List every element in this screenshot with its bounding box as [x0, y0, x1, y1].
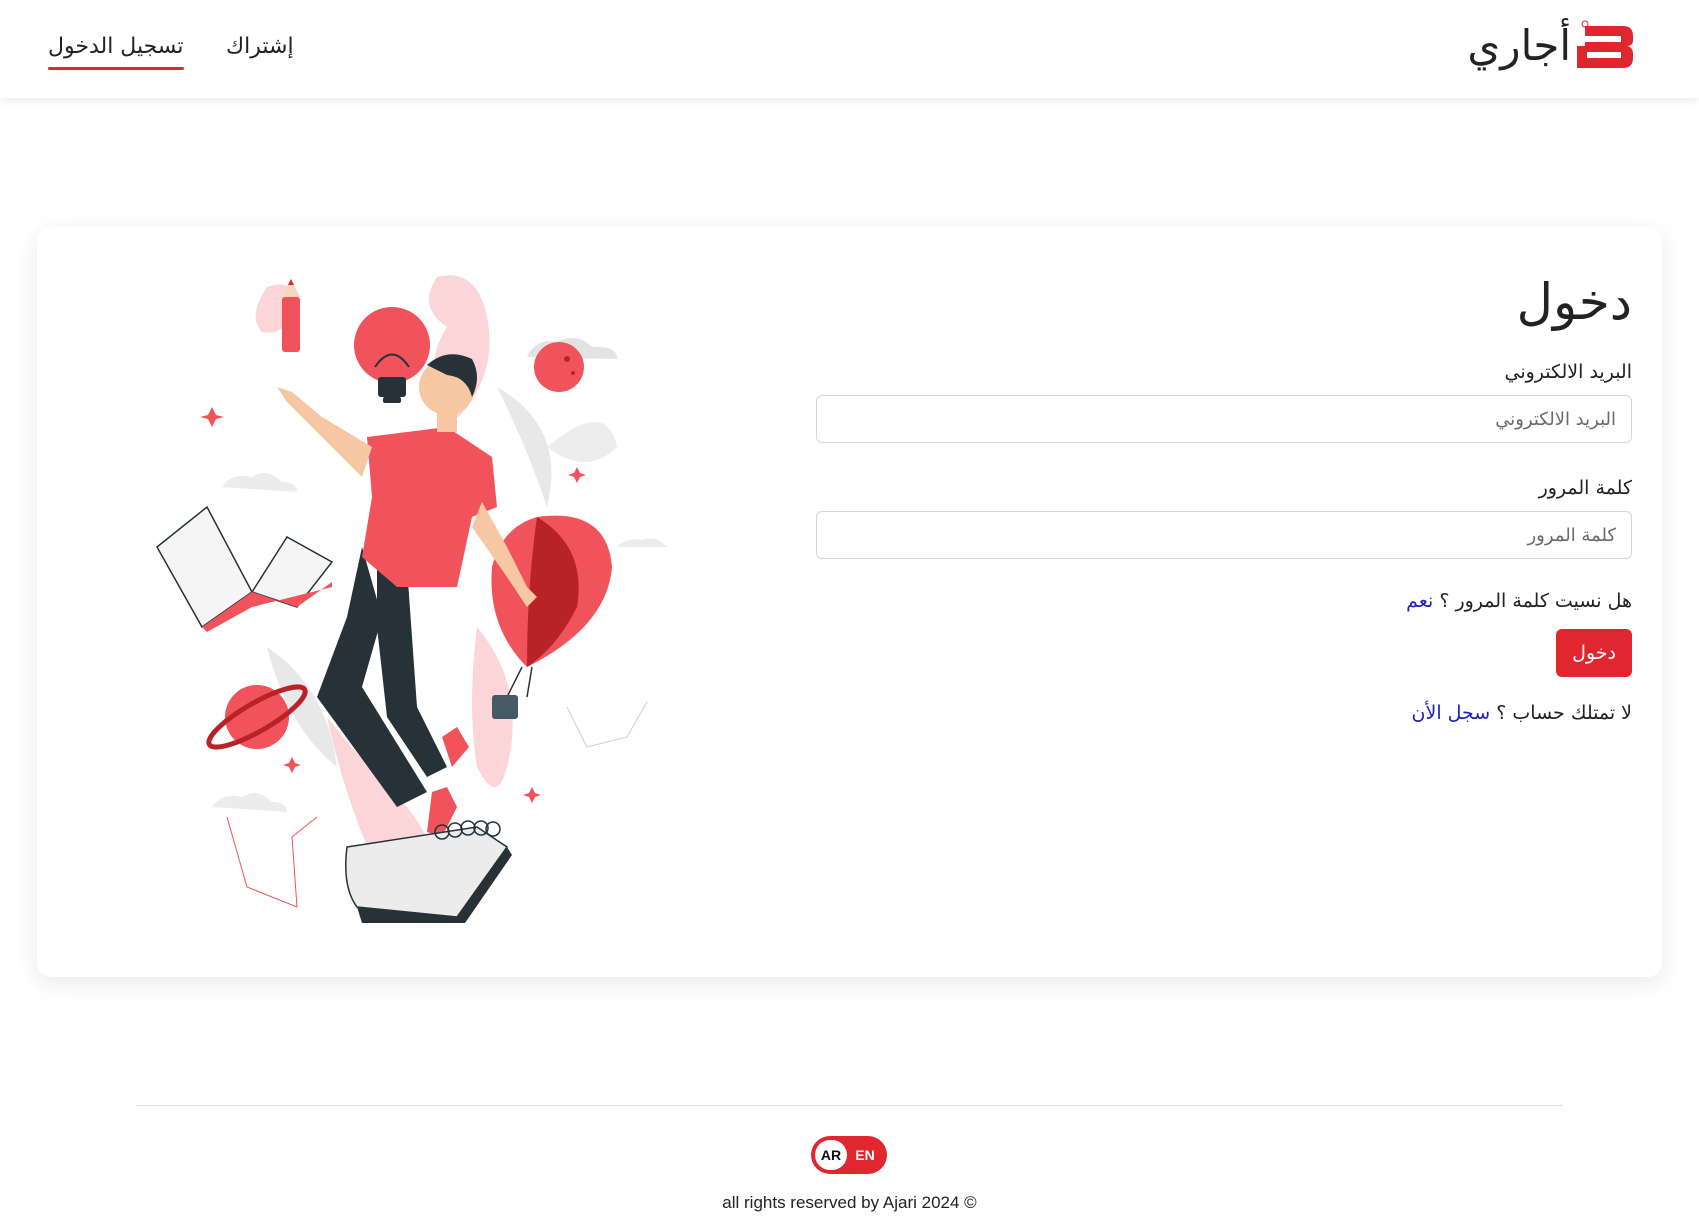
forgot-password-row: هل نسيت كلمة المرور ؟ نعم — [816, 587, 1632, 615]
forgot-password-link[interactable]: نعم — [1406, 590, 1433, 612]
register-link[interactable]: سجل الأن — [1412, 702, 1491, 724]
register-row: لا تمتلك حساب ؟ سجل الأن — [816, 699, 1632, 727]
password-field[interactable] — [816, 511, 1632, 559]
page-title: دخول — [1516, 273, 1632, 331]
ajari-logo-icon — [1577, 20, 1633, 68]
no-account-text: لا تمتلك حساب ؟ — [1496, 702, 1632, 724]
login-form: دخول البريد الالكتروني كلمة المرور هل نس… — [816, 267, 1632, 727]
copyright-text: all rights reserved by Ajari 2024 © — [722, 1193, 977, 1212]
login-card: دخول البريد الالكتروني كلمة المرور هل نس… — [37, 227, 1662, 977]
forgot-password-text: هل نسيت كلمة المرور ؟ — [1439, 590, 1632, 612]
email-label: البريد الالكتروني — [1504, 361, 1633, 383]
password-label: كلمة المرور — [1538, 477, 1632, 499]
person-balloon-illustration — [156, 275, 667, 923]
email-field[interactable] — [816, 395, 1632, 443]
login-button[interactable]: دخول — [1556, 629, 1632, 677]
language-toggle[interactable]: AR EN — [811, 1136, 887, 1174]
footer-divider — [136, 1105, 1563, 1106]
top-header: تسجيل الدخول إشتراك أجاري — [0, 0, 1699, 98]
logo-text: أجاري — [1467, 21, 1571, 70]
nav-signup-link[interactable]: إشتراك — [226, 30, 294, 64]
lang-en-option[interactable]: EN — [847, 1140, 883, 1170]
logo[interactable]: أجاري — [1467, 16, 1637, 76]
lang-ar-option[interactable]: AR — [815, 1140, 847, 1170]
nav-login-link[interactable]: تسجيل الدخول — [48, 30, 184, 70]
